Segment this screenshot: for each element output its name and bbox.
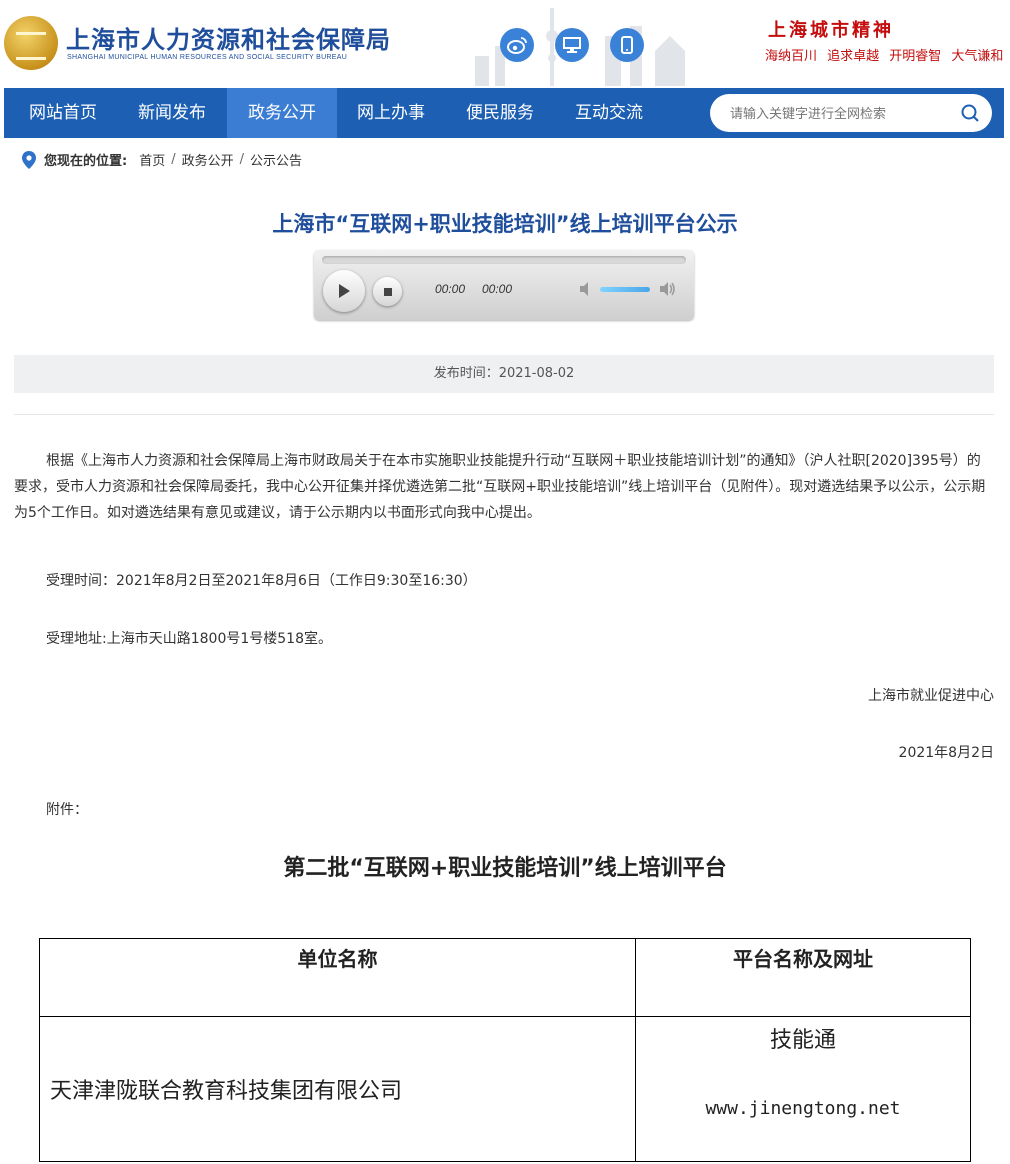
stop-button[interactable]	[373, 277, 402, 306]
acceptance-address: 受理地址:上海市天山路1800号1号楼518室。	[46, 631, 332, 647]
platform-url[interactable]: www.jinengtong.net	[637, 1098, 969, 1119]
nav-government-affairs[interactable]: 政务公开	[227, 88, 337, 138]
issuing-date: 2021年8月2日	[898, 745, 994, 761]
issuing-org: 上海市就业促进中心	[868, 688, 994, 704]
breadcrumb: 您现在的位置: 首页 / 政务公开 / 公示公告	[22, 150, 302, 169]
search-box	[710, 94, 992, 132]
site-subtitle: SHANGHAI MUNICIPAL HUMAN RESOURCES AND S…	[67, 54, 348, 61]
platform-table: 单位名称 平台名称及网址 天津津陇联合教育科技集团有限公司 技能通 www.ji…	[39, 938, 971, 1162]
location-pin-icon	[22, 150, 36, 169]
platform-name: 技能通	[769, 1028, 836, 1053]
breadcrumb-home[interactable]: 首页	[139, 150, 165, 169]
bureau-logo-icon[interactable]	[4, 16, 58, 70]
table-header-row: 单位名称 平台名称及网址	[39, 938, 971, 1017]
nav-news[interactable]: 新闻发布	[117, 88, 227, 138]
header-platform: 平台名称及网址	[635, 938, 971, 1017]
header-unit-name: 单位名称	[39, 938, 636, 1017]
divider	[14, 414, 994, 415]
nav-public-services[interactable]: 便民服务	[445, 88, 555, 138]
play-button[interactable]	[323, 270, 365, 312]
article-body: 根据《上海市人力资源和社会保障局上海市财政局关于在本市实施职业技能提升行动“互联…	[14, 453, 986, 521]
audio-player: 00:00 00:00	[314, 250, 694, 320]
stop-icon	[383, 287, 392, 296]
platform-cell: 技能通 www.jinengtong.net	[635, 1016, 971, 1162]
duration: 00:00	[482, 282, 513, 296]
desktop-icon[interactable]	[555, 28, 589, 62]
main-nav: 网站首页 新闻发布 政务公开 网上办事 便民服务 互动交流	[4, 88, 1004, 138]
play-icon	[339, 284, 350, 298]
city-spirit-words: 海纳百川 追求卓越 开明睿智 大气谦和	[765, 49, 1004, 64]
breadcrumb-government-affairs[interactable]: 政务公开	[182, 150, 234, 169]
table-row: 天津津陇联合教育科技集团有限公司 技能通 www.jinengtong.net	[39, 1016, 971, 1162]
table-title: 第二批“互联网+职业技能培训”线上培训平台	[283, 856, 727, 881]
mobile-icon[interactable]	[610, 28, 644, 62]
search-icon[interactable]	[960, 103, 980, 123]
nav-interaction[interactable]: 互动交流	[554, 88, 664, 138]
volume-slider[interactable]	[600, 287, 650, 292]
search-input[interactable]	[728, 103, 952, 125]
audio-progress-bar[interactable]	[322, 256, 686, 264]
breadcrumb-label: 您现在的位置:	[44, 154, 128, 169]
nav-online-services[interactable]: 网上办事	[336, 88, 446, 138]
mute-icon[interactable]	[578, 280, 596, 298]
breadcrumb-notices[interactable]: 公示公告	[250, 150, 302, 169]
volume-max-icon[interactable]	[658, 280, 676, 298]
current-time: 00:00	[435, 282, 466, 296]
acceptance-time: 受理时间：2021年8月2日至2021年8月6日（工作日9:30至16:30）	[46, 573, 477, 589]
attachment-label: 附件：	[46, 802, 88, 818]
unit-name-cell: 天津津陇联合教育科技集团有限公司	[39, 1016, 636, 1162]
city-spirit-title: 上海城市精神	[768, 20, 894, 41]
page-title: 上海市“互联网+职业技能培训”线上培训平台公示	[272, 212, 738, 236]
weibo-icon[interactable]	[500, 28, 534, 62]
site-title[interactable]: 上海市人力资源和社会保障局	[66, 20, 391, 55]
site-header: 上海市人力资源和社会保障局 SHANGHAI MUNICIPAL HUMAN R…	[0, 0, 1010, 88]
publish-date: 发布时间：2021-08-02	[14, 355, 994, 393]
nav-home[interactable]: 网站首页	[8, 88, 118, 138]
